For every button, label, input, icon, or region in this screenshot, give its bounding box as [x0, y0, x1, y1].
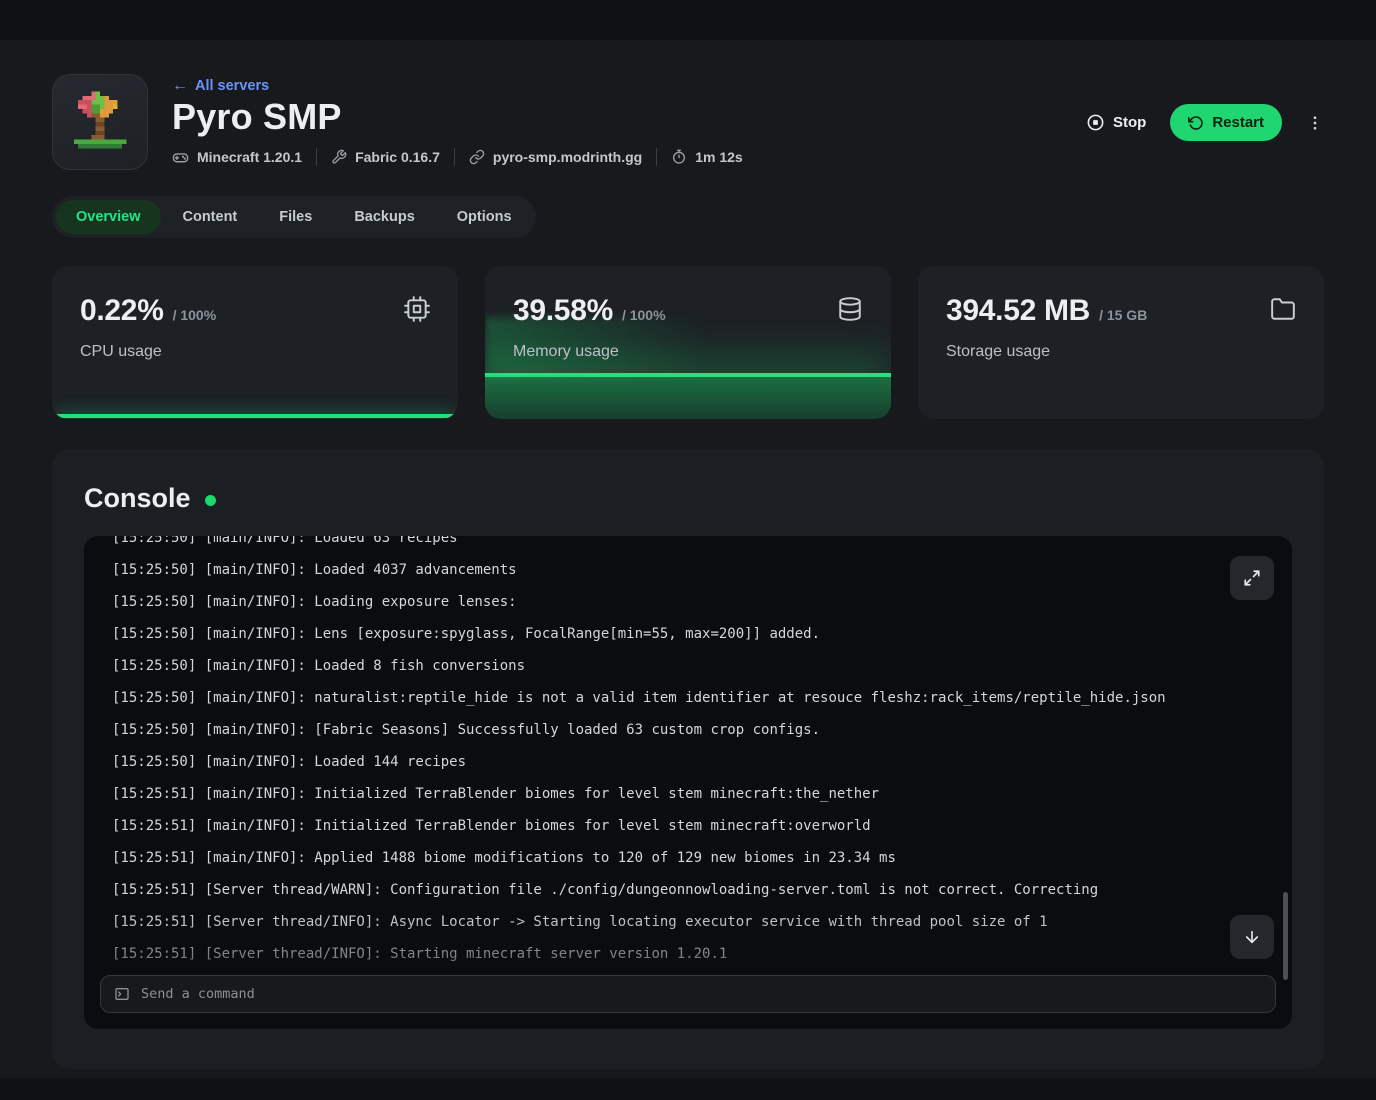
memory-usage-card: 39.58% / 100% Memory usage: [485, 266, 891, 419]
meta-game-version: Minecraft 1.20.1: [172, 149, 302, 166]
meta-domain[interactable]: pyro-smp.modrinth.gg: [469, 149, 642, 165]
tab-files[interactable]: Files: [259, 200, 332, 234]
storage-usage-limit: / 15 GB: [1099, 307, 1147, 323]
console-log-line: [15:25:50] [main/INFO]: Loading exposure…: [112, 586, 1264, 618]
stop-icon: [1086, 113, 1105, 132]
folder-icon: [1270, 296, 1296, 322]
main-panel: ← All servers Pyro SMP Minecraft 1.20.1 …: [0, 40, 1376, 1078]
divider: [656, 148, 657, 166]
divider: [316, 148, 317, 166]
stop-button[interactable]: Stop: [1086, 113, 1146, 132]
console-log-line: [15:25:50] [main/INFO]: naturalist:repti…: [112, 682, 1264, 714]
cpu-usage-value: 0.22%: [80, 294, 164, 328]
expand-icon: [1243, 569, 1261, 587]
meta-label: Minecraft 1.20.1: [197, 149, 302, 165]
server-meta: Minecraft 1.20.1 Fabric 0.16.7 pyro-smp.…: [172, 148, 743, 166]
cpu-usage-graph: [55, 414, 455, 418]
gamepad-icon: [172, 149, 189, 166]
more-options-button[interactable]: [1306, 114, 1324, 132]
console-log-line: [15:25:51] [main/INFO]: Initialized Terr…: [112, 810, 1264, 842]
console-log-line: [15:25:50] [main/INFO]: Loaded 4037 adva…: [112, 554, 1264, 586]
restart-icon: [1188, 115, 1204, 131]
memory-usage-label: Memory usage: [513, 343, 863, 361]
stop-label: Stop: [1113, 114, 1146, 131]
link-icon: [469, 149, 485, 165]
meta-uptime: 1m 12s: [671, 149, 742, 165]
console-log-line: [15:25:51] [main/INFO]: Initialized Terr…: [112, 778, 1264, 810]
header-actions: Stop Restart: [1086, 104, 1324, 141]
cpu-usage-label: CPU usage: [80, 343, 430, 361]
page-title: Pyro SMP: [172, 96, 743, 138]
database-icon: [837, 296, 863, 322]
tab-bar: Overview Content Files Backups Options: [52, 196, 536, 238]
meta-label: pyro-smp.modrinth.gg: [493, 149, 642, 165]
console-log-line: [15:25:51] [Server thread/INFO]: Async L…: [112, 906, 1264, 938]
console-output[interactable]: [15:25:50] [main/INFO]: Loaded 63 recipe…: [84, 536, 1292, 1029]
console-log-line: [15:25:51] [main/INFO]: Applied 1488 bio…: [112, 842, 1264, 874]
command-input[interactable]: [141, 986, 1262, 1002]
arrow-down-icon: [1243, 928, 1261, 946]
wrench-icon: [331, 149, 347, 165]
restart-label: Restart: [1212, 114, 1264, 131]
meta-loader: Fabric 0.16.7: [331, 149, 440, 165]
back-arrow-icon: ←: [172, 78, 188, 94]
tab-backups[interactable]: Backups: [334, 200, 434, 234]
meta-label: 1m 12s: [695, 149, 742, 165]
cpu-usage-limit: / 100%: [173, 307, 217, 323]
tab-overview[interactable]: Overview: [56, 200, 161, 234]
console-log-line: [15:25:50] [main/INFO]: Loaded 144 recip…: [112, 746, 1264, 778]
console-log-line: [15:25:50] [main/INFO]: [Fabric Seasons]…: [112, 714, 1264, 746]
back-link-label: All servers: [195, 78, 269, 94]
server-avatar: [52, 74, 148, 170]
pixel-tree-icon: [65, 87, 135, 157]
command-bar: [100, 975, 1276, 1013]
tab-content[interactable]: Content: [163, 200, 258, 234]
storage-usage-label: Storage usage: [946, 343, 1296, 361]
tab-options[interactable]: Options: [437, 200, 532, 234]
divider: [454, 148, 455, 166]
console-card: Console [15:25:50] [main/INFO]: Loaded 6…: [52, 449, 1324, 1069]
storage-usage-value: 394.52 MB: [946, 294, 1090, 328]
console-log-line: [15:25:50] [main/INFO]: Loaded 63 recipe…: [112, 536, 1264, 554]
online-status-dot: [205, 495, 216, 506]
server-header: ← All servers Pyro SMP Minecraft 1.20.1 …: [52, 74, 1324, 170]
restart-button[interactable]: Restart: [1170, 104, 1282, 141]
console-log-line: [15:25:51] [Server thread/WARN]: Configu…: [112, 874, 1264, 906]
stats-row: 0.22% / 100% CPU usage 39.58% / 100%: [52, 266, 1324, 419]
cpu-usage-card: 0.22% / 100% CPU usage: [52, 266, 458, 419]
cpu-icon: [404, 296, 430, 322]
terminal-prompt-icon: [114, 986, 130, 1002]
storage-usage-card: 394.52 MB / 15 GB Storage usage: [918, 266, 1324, 419]
back-to-all-servers-link[interactable]: ← All servers: [172, 78, 269, 94]
kebab-icon: [1306, 114, 1324, 132]
memory-usage-value: 39.58%: [513, 294, 613, 328]
console-scrollbar[interactable]: [1283, 892, 1288, 980]
console-title: Console: [84, 483, 191, 514]
console-log-line: [15:25:51] [Server thread/INFO]: Startin…: [112, 938, 1264, 970]
stopwatch-icon: [671, 149, 687, 165]
console-fullscreen-button[interactable]: [1230, 556, 1274, 600]
memory-usage-limit: / 100%: [622, 307, 666, 323]
console-log-line: [15:25:50] [main/INFO]: Lens [exposure:s…: [112, 618, 1264, 650]
scroll-to-bottom-button[interactable]: [1230, 915, 1274, 959]
console-log-line: [15:25:50] [main/INFO]: Loaded 8 fish co…: [112, 650, 1264, 682]
console-log: [15:25:50] [main/INFO]: Loaded 63 recipe…: [84, 536, 1292, 970]
meta-label: Fabric 0.16.7: [355, 149, 440, 165]
memory-usage-graph: [485, 373, 891, 419]
